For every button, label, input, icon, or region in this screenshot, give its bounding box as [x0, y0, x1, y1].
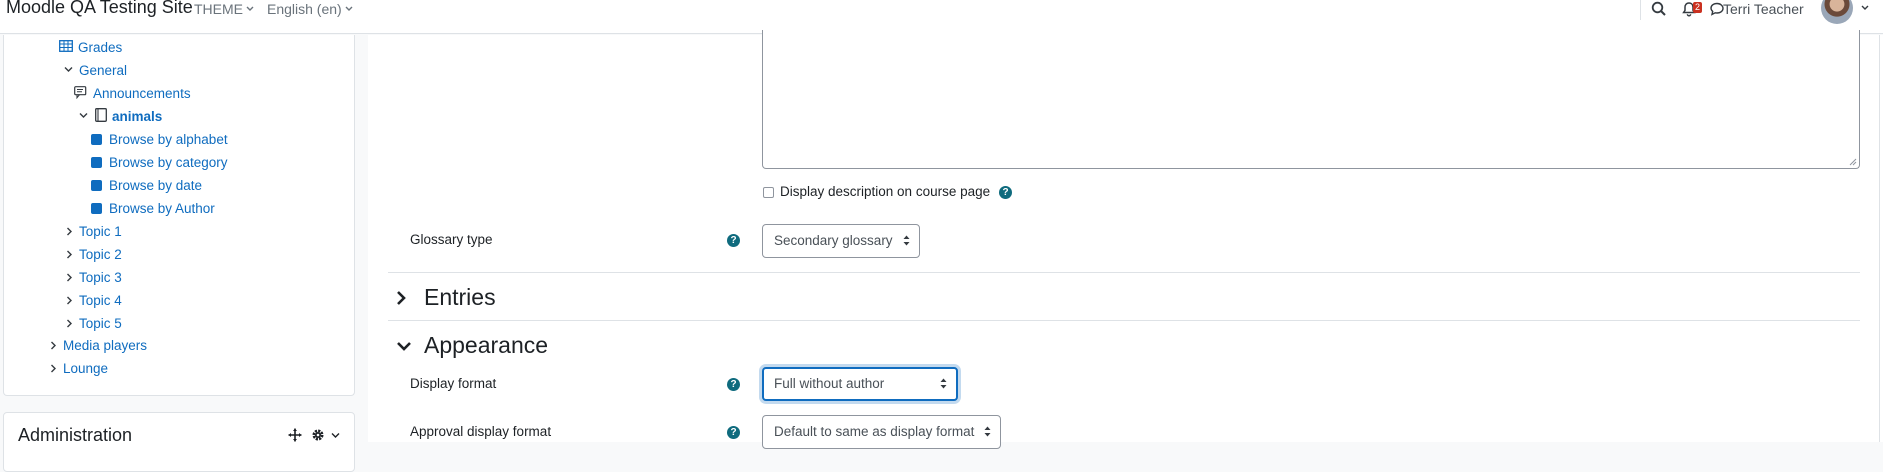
gear-icon[interactable] [311, 428, 325, 442]
chevron-down-icon [246, 6, 254, 11]
nav-item-label[interactable]: Announcements [93, 85, 191, 102]
nav-item-label[interactable]: Browse by Author [109, 200, 215, 217]
display-description-label[interactable]: Display description on course page [780, 184, 990, 199]
navbar-divider [1640, 0, 1641, 20]
resize-handle-icon[interactable] [1849, 158, 1857, 166]
nav-item-label[interactable]: General [79, 62, 127, 79]
chevron-right-icon[interactable] [66, 227, 73, 236]
nav-item-label[interactable]: Browse by date [109, 177, 202, 194]
select-arrows-icon [903, 235, 910, 246]
glossary-type-value: Secondary glossary [774, 233, 893, 248]
nav-item-label[interactable]: Topic 5 [79, 315, 122, 332]
select-arrows-icon [940, 378, 947, 389]
section-divider [388, 320, 1860, 321]
nav-item-label[interactable]: animals [112, 108, 162, 125]
notification-badge: 2 [1693, 2, 1702, 13]
search-icon[interactable] [1651, 1, 1667, 17]
nav-item-label[interactable]: Grades [78, 39, 122, 56]
nav-item-label[interactable]: Media players [63, 337, 147, 354]
nav-item-label[interactable]: Lounge [63, 360, 108, 377]
nav-item-label[interactable]: Browse by alphabet [109, 131, 228, 148]
help-icon[interactable]: ? [727, 378, 740, 391]
browse-icon [91, 157, 102, 168]
chevron-down-icon[interactable] [1861, 5, 1869, 11]
nav-item-label[interactable]: Topic 4 [79, 292, 122, 309]
display-format-label: Display format [410, 376, 497, 391]
browse-icon [91, 180, 102, 191]
nav-item-label[interactable]: Topic 3 [79, 269, 122, 286]
display-description-checkbox[interactable] [763, 187, 774, 198]
nav-item-label[interactable]: Topic 2 [79, 246, 122, 263]
nav-item-label[interactable]: Topic 1 [79, 223, 122, 240]
theme-menu-label: THEME [194, 1, 243, 17]
approval-format-select[interactable]: Default to same as display format [762, 415, 1001, 449]
language-menu[interactable]: English (en) [267, 1, 353, 17]
approval-format-label: Approval display format [410, 424, 552, 439]
user-name[interactable]: Terri Teacher [1723, 1, 1804, 17]
help-icon[interactable]: ? [727, 234, 740, 247]
chevron-right-icon[interactable] [50, 364, 57, 373]
chevron-down-icon[interactable] [79, 112, 88, 119]
glossary-icon [95, 108, 107, 122]
avatar[interactable] [1821, 0, 1853, 24]
site-name-link[interactable]: Moodle QA Testing Site [6, 0, 193, 18]
language-menu-label: English (en) [267, 1, 342, 17]
select-arrows-icon [984, 426, 991, 437]
administration-title: Administration [18, 425, 133, 445]
chevron-right-icon[interactable] [66, 319, 73, 328]
forum-icon [74, 86, 87, 99]
description-editor[interactable] [762, 30, 1860, 169]
table-icon [59, 40, 73, 52]
top-navbar: Moodle QA Testing Site THEME English (en… [0, 0, 1883, 34]
chevron-down-icon[interactable] [396, 341, 412, 352]
course-navigation-drawer: Grades General Announcements animals Bro… [3, 35, 355, 396]
content-border [1879, 35, 1880, 442]
theme-menu[interactable]: THEME [194, 1, 254, 17]
chevron-right-icon[interactable] [66, 296, 73, 305]
chevron-down-icon[interactable] [331, 432, 340, 439]
display-format-value: Full without author [774, 376, 885, 391]
nav-item-label[interactable]: Browse by category [109, 154, 228, 171]
chevron-down-icon[interactable] [64, 66, 73, 73]
help-icon[interactable]: ? [727, 426, 740, 439]
glossary-type-select[interactable]: Secondary glossary [762, 224, 920, 258]
move-icon[interactable] [288, 428, 302, 442]
chevron-right-icon[interactable] [66, 273, 73, 282]
chevron-right-icon[interactable] [50, 341, 57, 350]
administration-block: Administration [3, 412, 355, 472]
chevron-right-icon[interactable] [66, 250, 73, 259]
appearance-header[interactable]: Appearance [424, 332, 548, 359]
chevron-down-icon [345, 6, 353, 11]
entries-header[interactable]: Entries [424, 284, 496, 311]
help-icon[interactable]: ? [999, 186, 1012, 199]
browse-icon [91, 134, 102, 145]
browse-icon [91, 203, 102, 214]
section-divider [388, 272, 1860, 273]
chevron-right-icon[interactable] [396, 290, 407, 306]
display-format-select[interactable]: Full without author [762, 367, 958, 401]
glossary-type-label: Glossary type [410, 232, 493, 247]
approval-format-value: Default to same as display format [774, 424, 975, 439]
